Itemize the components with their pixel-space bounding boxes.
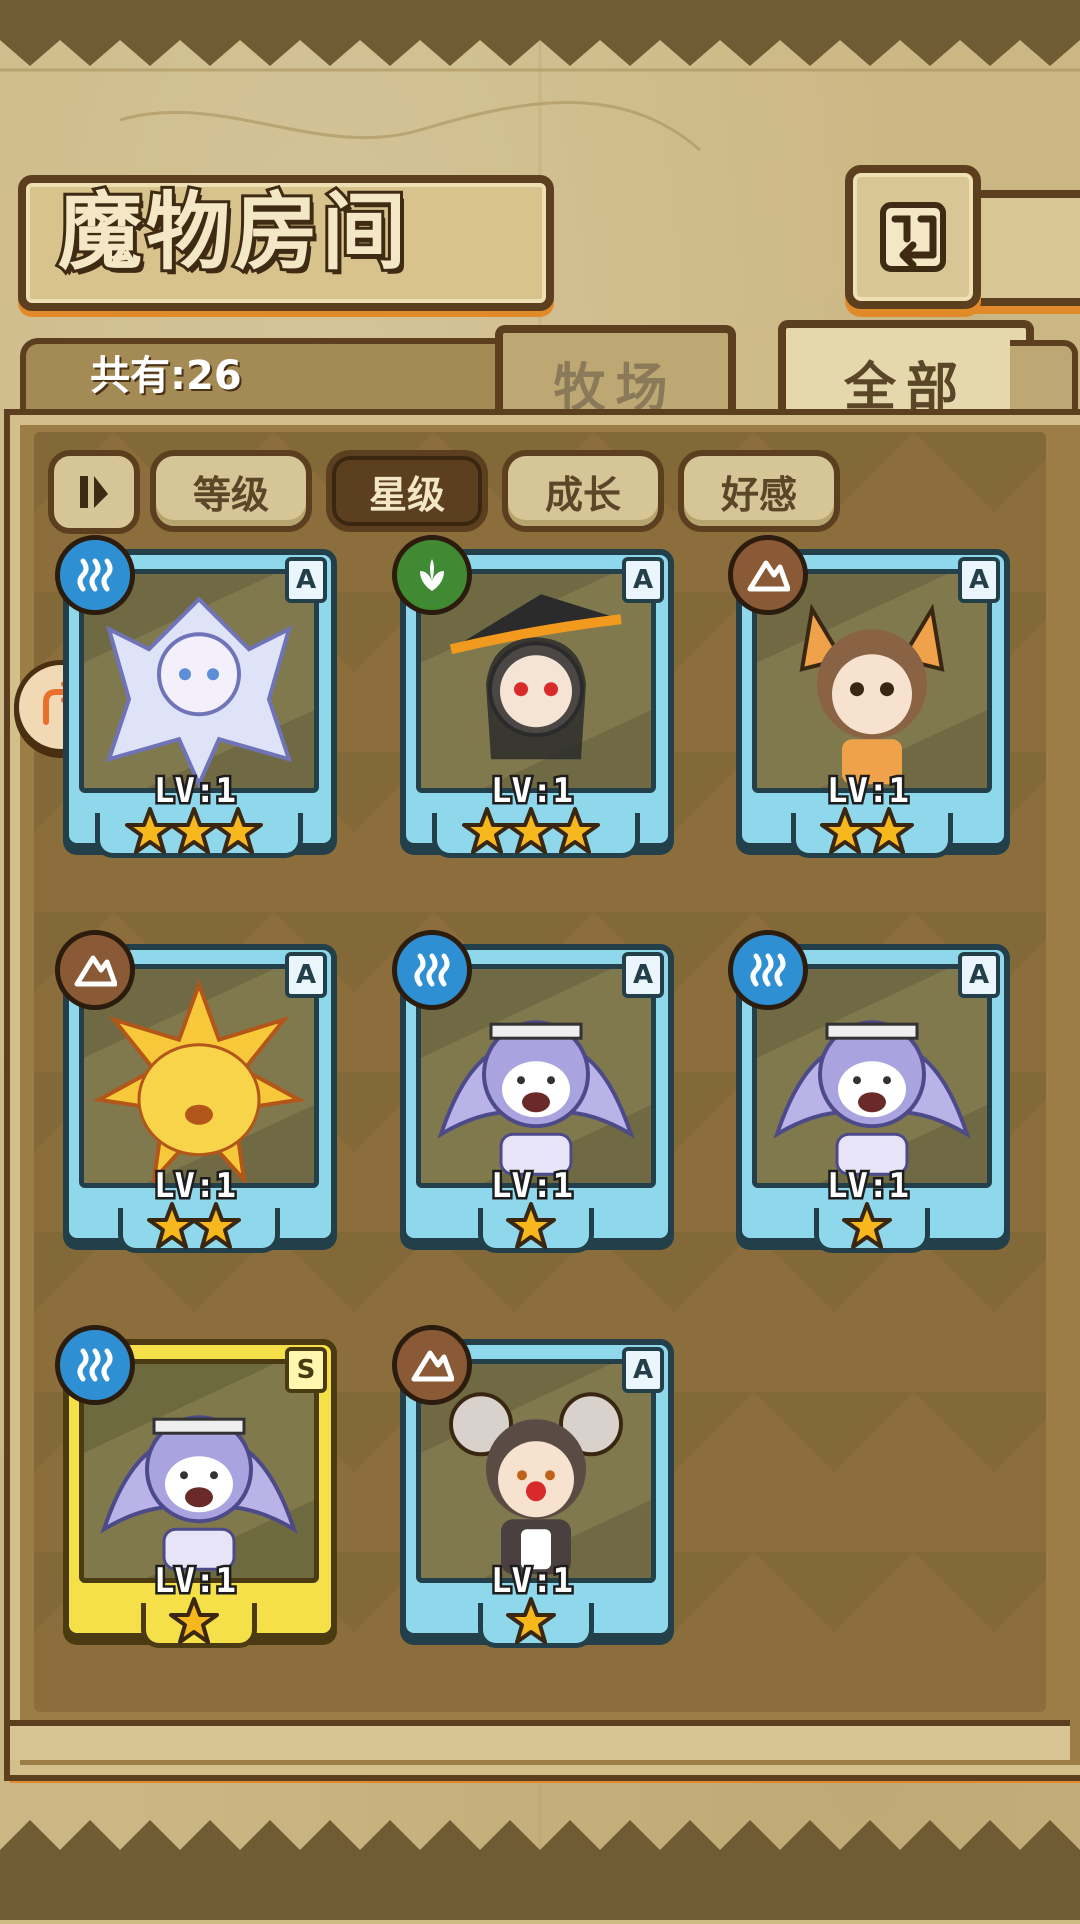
sort-growth-button[interactable]: 成长 [502, 450, 664, 532]
monster-card[interactable]: S LV:1 [55, 1325, 337, 1650]
monster-character [431, 984, 641, 1183]
sort-level-button[interactable]: 等级 [150, 450, 312, 532]
sort-affection-button[interactable]: 好感 [678, 450, 840, 532]
mouse-girl-icon [449, 1392, 623, 1575]
earth-element-icon [747, 560, 790, 592]
star-rating [55, 1595, 333, 1649]
monster-character [431, 589, 641, 788]
monster-card[interactable]: A LV:1 [728, 535, 1010, 860]
star-rating [55, 1200, 333, 1254]
star-icon [169, 1597, 219, 1644]
element-badge [392, 1325, 472, 1405]
gold-slime-icon [92, 978, 306, 1183]
star-rating [55, 805, 333, 859]
star-icon [864, 807, 914, 854]
page-title: 魔物房间 [55, 179, 411, 284]
monster-card[interactable]: A LV:1 [392, 1325, 674, 1650]
earth-element-icon [411, 1350, 454, 1382]
fox-girl-icon [799, 603, 945, 785]
wood-element-icon [420, 559, 444, 591]
monster-character [99, 589, 299, 788]
grade-badge: A [958, 952, 1000, 998]
water-element-icon [77, 558, 113, 592]
star-rating [728, 1200, 1006, 1254]
sort-star-button[interactable]: 星级 [326, 450, 488, 532]
water-element-icon [414, 953, 450, 987]
earth-element-icon [74, 955, 117, 987]
back-arrow-icon [880, 202, 946, 272]
monster-card[interactable]: A LV:1 [392, 930, 674, 1255]
monster-card[interactable]: A LV:1 [55, 930, 337, 1255]
grade-badge: A [622, 557, 664, 603]
grade-badge: A [285, 557, 327, 603]
grade-badge: A [285, 952, 327, 998]
harpy-girl-icon [100, 1415, 298, 1571]
water-element-icon [77, 1348, 113, 1382]
monster-character [92, 978, 306, 1183]
water-element-icon [750, 953, 786, 987]
monster-card[interactable]: A LV:1 [392, 535, 674, 860]
element-badge [55, 930, 135, 1010]
grade-badge: S [285, 1347, 327, 1393]
star-icon [506, 1202, 556, 1249]
star-icon [842, 1202, 892, 1249]
element-badge [55, 1325, 135, 1405]
grade-badge: A [622, 952, 664, 998]
panel-bottom-rail [10, 1720, 1070, 1760]
star-icon [506, 1597, 556, 1644]
zigzag-border-top [0, 0, 1080, 66]
monster-card[interactable]: A LV:1 [728, 930, 1010, 1255]
back-button[interactable] [845, 165, 981, 309]
star-rating [392, 805, 670, 859]
star-rating [392, 1595, 670, 1649]
grade-badge: A [958, 557, 1000, 603]
star-icon [213, 807, 263, 854]
grade-badge: A [622, 1347, 664, 1393]
element-badge [392, 930, 472, 1010]
star-icon [550, 807, 600, 854]
harpy-girl-icon [773, 1020, 971, 1176]
element-badge [55, 535, 135, 615]
monster-count: 共有:26 [90, 353, 242, 399]
monster-character [767, 984, 977, 1183]
witch-girl-icon [449, 594, 622, 760]
harpy-girl-icon [437, 1020, 635, 1176]
element-badge [728, 930, 808, 1010]
element-badge [728, 535, 808, 615]
monster-character [94, 1379, 304, 1578]
monster-character [772, 589, 972, 788]
monster-card[interactable]: A LV:1 [55, 535, 337, 860]
monster-character [436, 1379, 636, 1578]
sort-order-icon [80, 476, 108, 508]
element-badge [392, 535, 472, 615]
star-rating [728, 805, 1006, 859]
ice-crystal-girl-icon [105, 596, 293, 788]
zigzag-border-bottom [0, 1820, 1080, 1920]
star-rating [392, 1200, 670, 1254]
star-icon [191, 1202, 241, 1249]
sort-order-button[interactable] [48, 450, 140, 534]
